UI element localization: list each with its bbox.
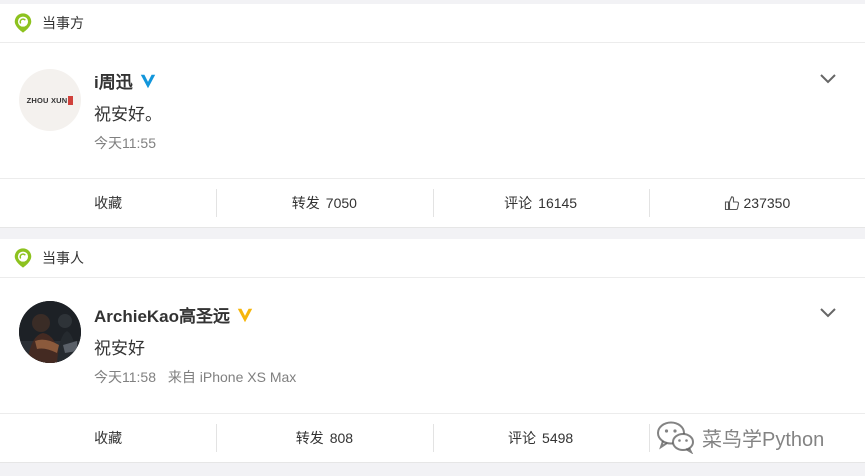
section-label: 当事人 xyxy=(42,250,84,266)
username[interactable]: ArchieKao高圣远 xyxy=(94,302,230,327)
thumbs-up-icon xyxy=(724,196,739,211)
username[interactable]: i周迅 xyxy=(94,68,133,93)
avatar-seal xyxy=(68,95,74,105)
avatar-photo xyxy=(19,301,81,363)
chevron-down-icon[interactable] xyxy=(819,73,837,85)
username-row: i周迅 xyxy=(94,68,157,93)
repost-label: 转发 xyxy=(291,195,320,211)
collect-button[interactable]: 收藏 xyxy=(0,179,216,227)
avatar-logo-text: ZHOU XUN xyxy=(26,95,68,105)
repost-count: 7050 xyxy=(325,195,357,211)
weibo-card-1: 当事方 ZHOU XUN i周迅 祝安好。 今天11:55 收藏 转发 7050… xyxy=(0,4,865,228)
avatar[interactable] xyxy=(19,301,81,363)
post-time[interactable]: 今天11:58 xyxy=(94,369,156,385)
chevron-down-icon[interactable] xyxy=(819,307,837,319)
watermark-text: 菜鸟学Python xyxy=(702,428,825,451)
collect-label: 收藏 xyxy=(94,430,123,446)
post: ArchieKao高圣远 祝安好 今天11:58 来自 iPhone XS Ma… xyxy=(0,278,865,413)
card-header: 当事方 xyxy=(0,4,865,43)
comment-button[interactable]: 评论 5498 xyxy=(432,414,649,462)
repost-count: 808 xyxy=(329,430,354,446)
action-bar: 收藏 转发 7050 评论 16145 237350 xyxy=(0,178,865,227)
repost-label: 转发 xyxy=(295,430,324,446)
avatar[interactable]: ZHOU XUN xyxy=(19,69,81,131)
like-button[interactable]: 237350 xyxy=(648,179,865,227)
repost-button[interactable]: 转发 7050 xyxy=(216,179,432,227)
post-text: 祝安好 xyxy=(94,339,145,358)
verified-icon xyxy=(237,308,253,322)
wechat-watermark: 菜鸟学Python xyxy=(656,420,824,454)
location-badge-icon xyxy=(14,248,32,268)
comment-label: 评论 xyxy=(508,430,537,446)
section-label: 当事方 xyxy=(42,15,84,31)
repost-button[interactable]: 转发 808 xyxy=(216,414,432,462)
collect-label: 收藏 xyxy=(94,195,123,211)
card-header: 当事人 xyxy=(0,239,865,278)
post-meta: 今天11:58 来自 iPhone XS Max xyxy=(94,367,296,387)
wechat-icon xyxy=(657,421,694,454)
username-row: ArchieKao高圣远 xyxy=(94,302,254,327)
verified-icon xyxy=(140,74,155,88)
comment-count: 5498 xyxy=(542,430,574,446)
post-time[interactable]: 今天11:55 xyxy=(94,135,156,151)
comment-button[interactable]: 评论 16145 xyxy=(432,179,649,227)
like-count: 237350 xyxy=(743,195,791,211)
collect-button[interactable]: 收藏 xyxy=(0,414,216,462)
post-meta: 今天11:55 xyxy=(94,133,156,153)
post: ZHOU XUN i周迅 祝安好。 今天11:55 xyxy=(0,43,865,178)
post-text: 祝安好。 xyxy=(94,105,162,124)
comment-count: 16145 xyxy=(538,195,578,211)
post-source: 来自 iPhone XS Max xyxy=(167,369,297,385)
location-badge-icon xyxy=(14,13,32,33)
comment-label: 评论 xyxy=(504,195,533,211)
